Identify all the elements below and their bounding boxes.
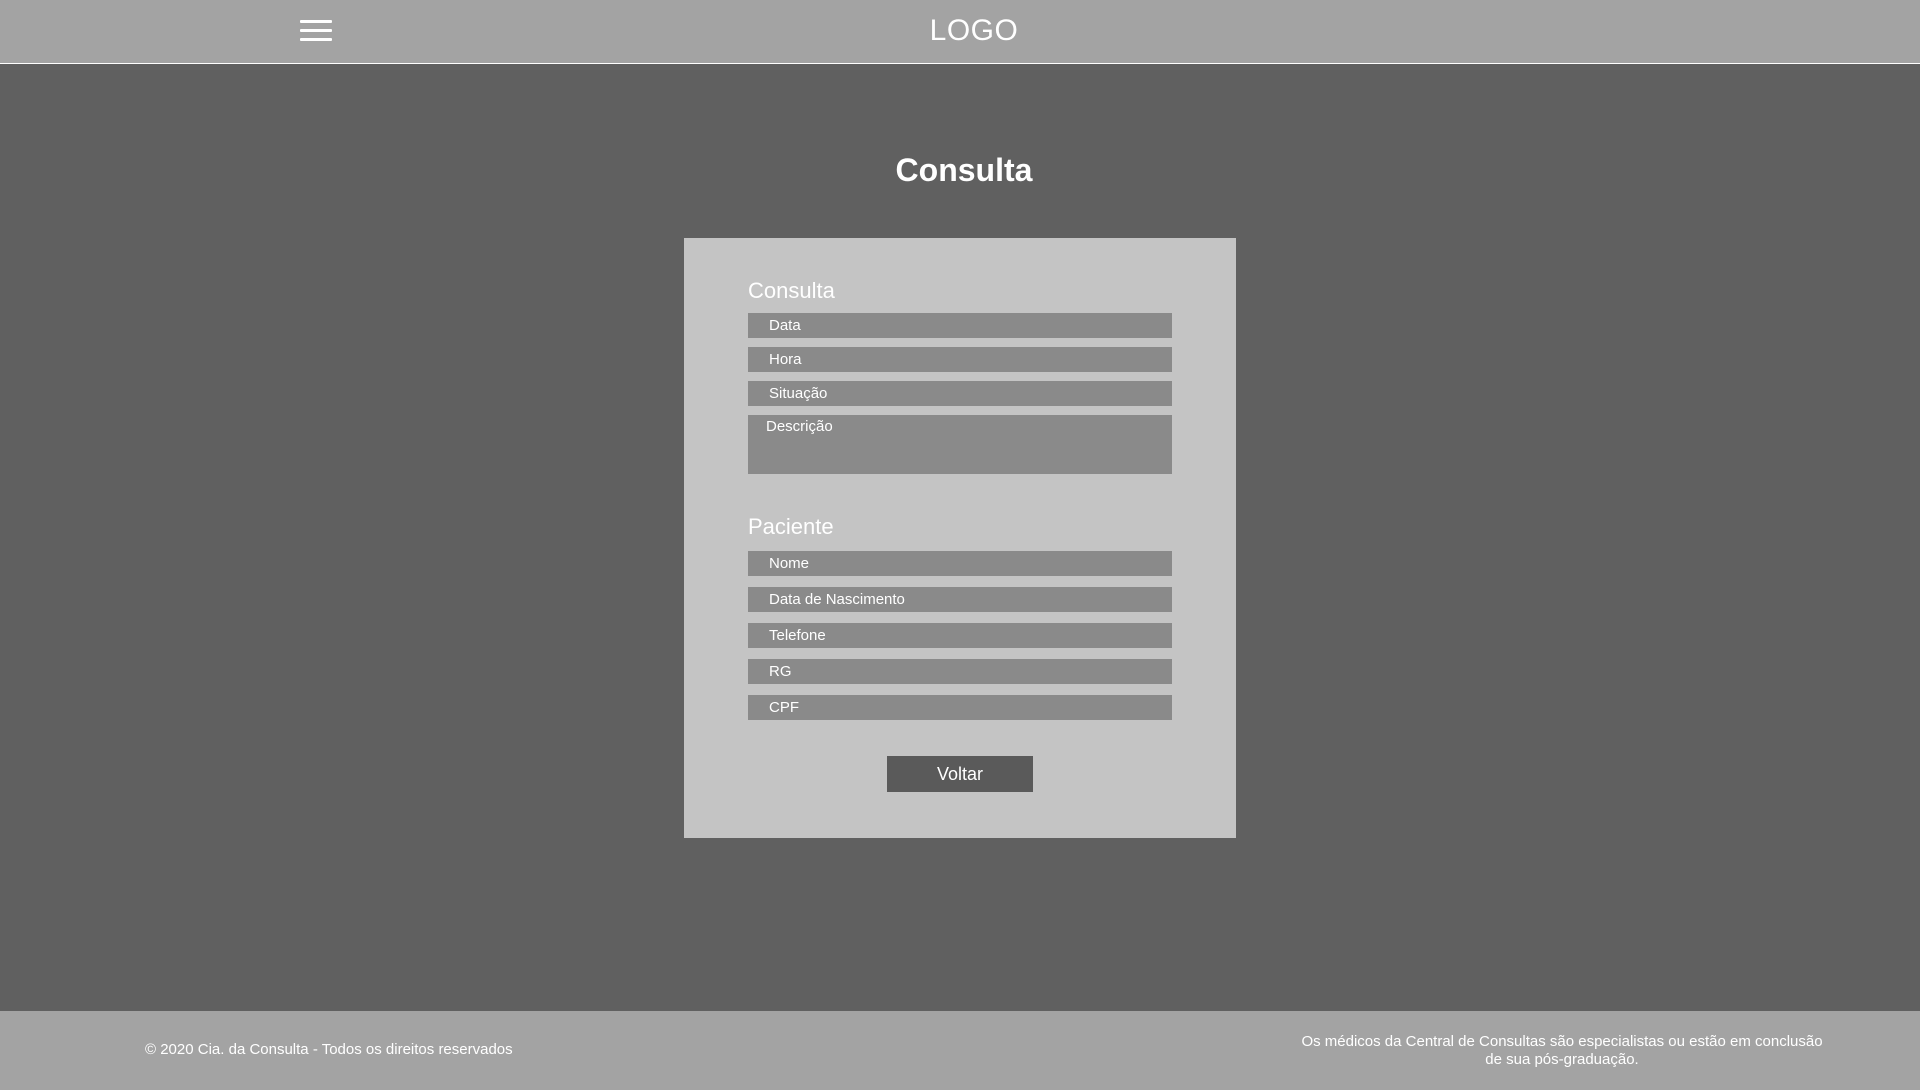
data-nascimento-field[interactable]: Data de Nascimento [748,587,1172,612]
disclaimer-text: Os médicos da Central de Consultas são e… [1282,1033,1842,1069]
footer: © 2020 Cia. da Consulta - Todos os direi… [0,1011,1920,1090]
top-header: LOGO [0,0,1920,64]
data-field[interactable]: Data [748,313,1172,338]
copyright-text: © 2020 Cia. da Consulta - Todos os direi… [145,1041,513,1058]
rg-field[interactable]: RG [748,659,1172,684]
page-title: Consulta [895,152,1033,188]
telefone-field[interactable]: Telefone [748,623,1172,648]
disclaimer-line-2: de sua pós-graduação. [1485,1051,1639,1068]
consulta-card: Consulta Data Hora Situação Descrição Pa… [684,238,1236,838]
voltar-button[interactable]: Voltar [887,756,1033,792]
section-title-consulta: Consulta [748,278,835,303]
disclaimer-line-1: Os médicos da Central de Consultas são e… [1301,1033,1823,1050]
descricao-textarea[interactable]: Descrição [748,415,1172,474]
nome-field[interactable]: Nome [748,551,1172,576]
section-title-paciente: Paciente [748,514,834,539]
logo[interactable]: LOGO [0,14,1920,48]
situacao-field[interactable]: Situação [748,381,1172,406]
hora-field[interactable]: Hora [748,347,1172,372]
cpf-field[interactable]: CPF [748,695,1172,720]
